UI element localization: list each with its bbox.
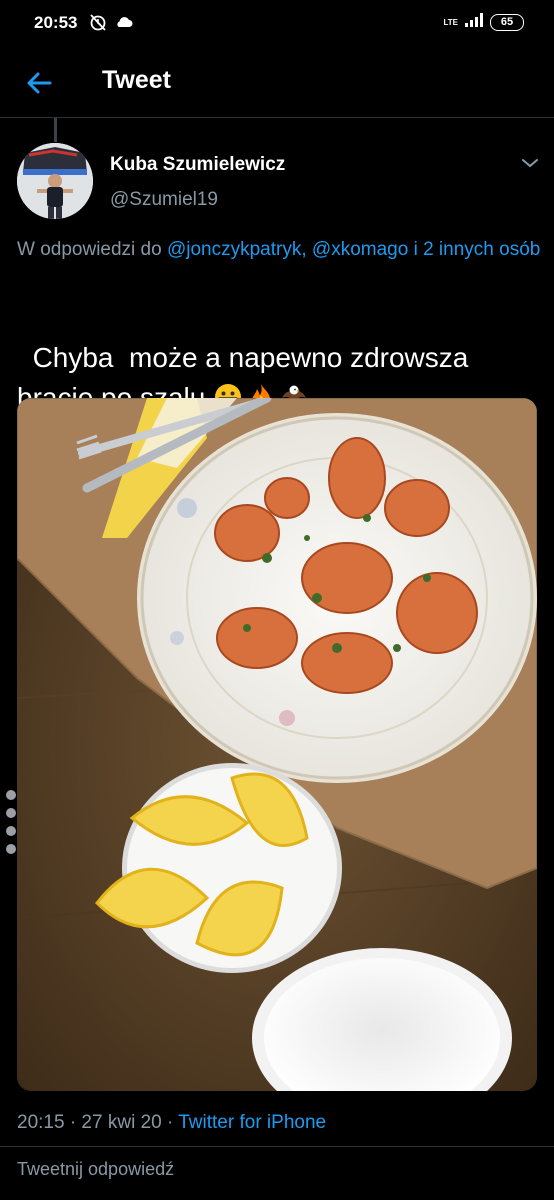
author-handle[interactable]: @Szumiel19 xyxy=(110,189,218,211)
page-title: Tweet xyxy=(102,66,171,94)
mention-link-jonczykpatryk[interactable]: @jonczykpatryk xyxy=(167,239,301,260)
back-button[interactable] xyxy=(18,62,60,104)
author-avatar[interactable] xyxy=(17,143,93,219)
tweet-timestamp: 20:15 · 27 kwi 20 · xyxy=(17,1112,179,1133)
tweet-photo[interactable] xyxy=(17,398,537,1091)
reply-bar: Tweetnij odpowiedź xyxy=(0,1146,554,1200)
alarm-off-icon xyxy=(88,12,108,37)
lte-icon: LTE xyxy=(443,17,458,27)
battery-icon: 65 xyxy=(490,14,524,31)
mention-link-xkomago[interactable]: @xkomago xyxy=(312,239,408,260)
arrow-left-icon xyxy=(27,72,52,94)
more-options-button[interactable] xyxy=(518,154,542,172)
reply-context: W odpowiedzi do @jonczykpatryk, @xkomago… xyxy=(17,236,547,263)
status-time: 20:53 xyxy=(34,13,78,32)
side-handle[interactable] xyxy=(6,790,16,862)
tweet-meta: 20:15 · 27 kwi 20 · Twitter for iPhone xyxy=(17,1112,326,1134)
author-name[interactable]: Kuba Szumielewicz xyxy=(110,154,285,176)
top-bar: Tweet xyxy=(0,48,554,118)
cloud-icon xyxy=(114,12,134,37)
tweet-source-link[interactable]: Twitter for iPhone xyxy=(178,1112,326,1133)
tweet-text-line-1: Chyba może a napewno zdrowsza xyxy=(32,342,469,373)
reply-separator: , xyxy=(301,239,312,260)
reply-others-link[interactable]: i 2 innych osób xyxy=(408,239,541,260)
reply-input[interactable]: Tweetnij odpowiedź xyxy=(17,1159,174,1180)
reply-prefix: W odpowiedzi do xyxy=(17,239,167,260)
status-bar: 20:53 LTE 65 xyxy=(0,0,554,48)
signal-icon xyxy=(464,12,484,33)
chevron-down-icon xyxy=(522,159,538,168)
thread-line xyxy=(54,118,57,142)
